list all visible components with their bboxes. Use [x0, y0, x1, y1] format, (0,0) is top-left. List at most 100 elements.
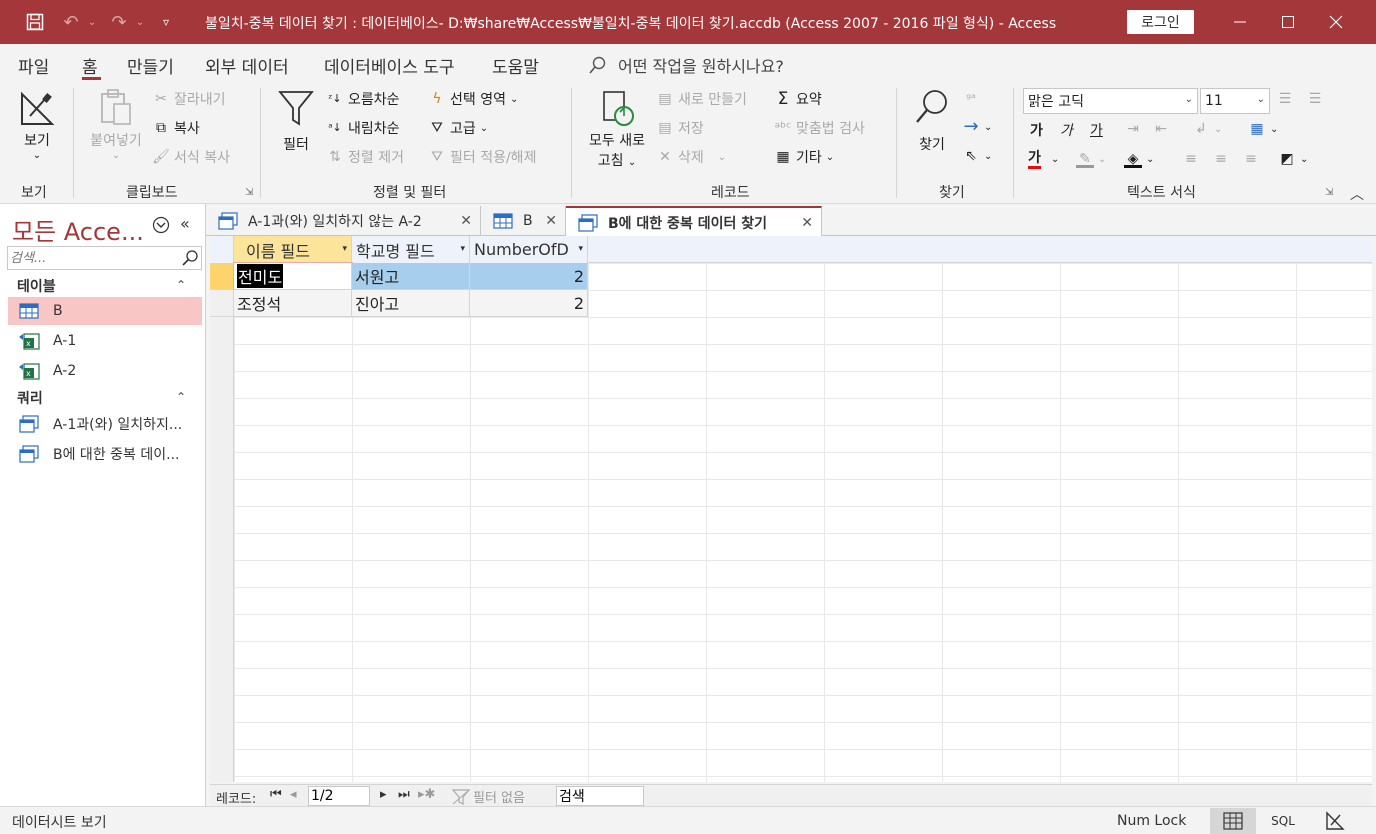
- undo-dropdown-icon[interactable]: ⌄: [86, 10, 98, 34]
- column-header-name[interactable]: 이름 필드 ▾: [234, 236, 352, 263]
- first-record-icon[interactable]: ⏮: [270, 787, 282, 802]
- replace-button[interactable]: ᵍᵃ: [962, 89, 980, 107]
- column-header-count[interactable]: NumberOfD ▾: [470, 236, 588, 263]
- selection-button[interactable]: ϟ 선택 영역 ⌄: [428, 89, 518, 109]
- underline-button[interactable]: 가: [1090, 120, 1103, 140]
- more-button[interactable]: ▦ 기타 ⌄: [774, 147, 834, 167]
- align-center-button[interactable]: ≡: [1212, 150, 1230, 168]
- delete-button[interactable]: ✕ 삭제 ⌄: [656, 147, 726, 167]
- undo-icon[interactable]: ↶: [58, 10, 84, 34]
- table-cell[interactable]: 서원고: [352, 263, 470, 290]
- fill-color-button[interactable]: ◈ ⌄: [1124, 150, 1154, 168]
- font-color-button[interactable]: 가 ⌄: [1028, 150, 1059, 169]
- copy-button[interactable]: ⧉ 복사: [152, 118, 200, 138]
- save-record-button[interactable]: ▤ 저장: [656, 118, 703, 138]
- find-button[interactable]: 찾기: [910, 88, 954, 154]
- table-cell[interactable]: 진아고: [352, 290, 470, 317]
- paste-button[interactable]: 붙여넣기 ⌄: [84, 88, 148, 161]
- remove-sort-button[interactable]: ⇅ 정렬 제거: [326, 147, 404, 167]
- close-icon[interactable]: ✕: [801, 215, 813, 231]
- next-record-icon[interactable]: ▸: [380, 787, 387, 802]
- new-record-icon[interactable]: ▸✱: [418, 787, 435, 802]
- collapse-ribbon-icon[interactable]: ︿: [1350, 184, 1364, 204]
- table-cell[interactable]: 2: [470, 263, 588, 290]
- current-record-field[interactable]: [308, 786, 370, 806]
- totals-button[interactable]: Σ 요약: [774, 89, 822, 109]
- highlight-button[interactable]: ✎ ⌄: [1076, 150, 1106, 168]
- cut-button[interactable]: ✂ 잘라내기: [152, 89, 225, 109]
- column-dropdown-icon[interactable]: ▾: [578, 244, 583, 254]
- row-selector[interactable]: [210, 263, 234, 290]
- new-record-button[interactable]: ▤ 새로 만들기: [656, 89, 746, 109]
- spelling-button[interactable]: ᵃᵇᶜ 맞춤법 검사: [774, 118, 865, 138]
- text-format-launcher-icon[interactable]: ⇲: [1325, 187, 1333, 198]
- toggle-filter-button[interactable]: ⛛ 필터 적용/해제: [428, 147, 536, 167]
- sql-view-button[interactable]: SQL: [1260, 808, 1306, 834]
- maximize-icon[interactable]: [1268, 7, 1308, 37]
- save-icon[interactable]: [22, 10, 48, 34]
- doc-tab-table-b[interactable]: B ✕: [481, 206, 566, 236]
- minimize-icon[interactable]: [1220, 7, 1260, 37]
- table-cell[interactable]: 2: [470, 290, 588, 317]
- column-header-school[interactable]: 학교명 필드 ▾: [352, 236, 470, 263]
- bullets-button[interactable]: ☰: [1276, 90, 1294, 108]
- close-icon[interactable]: ✕: [460, 213, 472, 229]
- sort-descending-button[interactable]: ᵃ↓ 내림차순: [326, 118, 399, 138]
- nav-item-query-duplicates[interactable]: B에 대한 중복 데이...: [8, 440, 202, 468]
- nav-section-tables[interactable]: 테이블: [17, 276, 56, 296]
- collapse-up-icon[interactable]: ⌃: [176, 278, 186, 292]
- format-painter-button[interactable]: 🖌 서식 복사: [152, 147, 230, 167]
- refresh-all-button[interactable]: 모두 새로 고침 ⌄: [583, 88, 651, 170]
- last-record-icon[interactable]: ⏭: [398, 787, 410, 802]
- sort-ascending-button[interactable]: ᶻ↓ 오름차순: [326, 89, 399, 109]
- datasheet-view-button[interactable]: [1210, 808, 1256, 834]
- previous-record-icon[interactable]: ◂: [290, 787, 297, 802]
- indent-button[interactable]: ⇥: [1124, 120, 1142, 138]
- close-icon[interactable]: [1316, 7, 1356, 37]
- filter-button[interactable]: 필터: [274, 88, 318, 154]
- filter-status[interactable]: 필터 없음: [452, 787, 525, 806]
- tab-home[interactable]: 홈: [82, 53, 98, 78]
- column-dropdown-icon[interactable]: ▾: [342, 244, 347, 254]
- numbering-button[interactable]: ☰: [1306, 90, 1324, 108]
- collapse-pane-icon[interactable]: «: [180, 214, 190, 233]
- gridlines-button[interactable]: ▦ ⌄: [1248, 120, 1278, 138]
- align-left-button[interactable]: ≡: [1182, 150, 1200, 168]
- select-button[interactable]: ⇖ ⌄: [962, 147, 992, 165]
- advanced-button[interactable]: ⛛ 고급 ⌄: [428, 118, 488, 138]
- table-cell[interactable]: 조정석: [234, 290, 352, 317]
- redo-icon[interactable]: ↷: [106, 10, 132, 34]
- redo-dropdown-icon[interactable]: ⌄: [134, 10, 146, 34]
- nav-item-table-a1[interactable]: x A-1: [8, 327, 202, 355]
- nav-item-query-unmatched[interactable]: A-1과(와) 일치하지...: [8, 410, 202, 438]
- italic-button[interactable]: 가: [1060, 120, 1073, 140]
- column-dropdown-icon[interactable]: ▾: [460, 244, 465, 254]
- paragraph-direction-button[interactable]: ↲ ⌄: [1192, 120, 1222, 138]
- table-cell[interactable]: 전미도: [233, 262, 353, 291]
- nav-section-queries[interactable]: 쿼리: [17, 388, 43, 408]
- outdent-button[interactable]: ⇤: [1152, 120, 1170, 138]
- view-button[interactable]: 보기 ⌄: [16, 88, 58, 161]
- nav-menu-icon[interactable]: [152, 216, 170, 238]
- doc-tab-unmatched-query[interactable]: A-1과(와) 일치하지 않는 A-2 ✕: [206, 206, 481, 236]
- goto-button[interactable]: → ⌄: [962, 118, 992, 136]
- close-icon[interactable]: ✕: [545, 213, 557, 229]
- collapse-up-icon[interactable]: ⌃: [176, 390, 186, 404]
- font-name-dropdown[interactable]: 맑은 고딕 ⌄: [1023, 88, 1198, 114]
- nav-pane-title[interactable]: 모든 Acce...: [12, 212, 144, 247]
- clipboard-launcher-icon[interactable]: ⇲: [245, 187, 253, 198]
- align-right-button[interactable]: ≡: [1242, 150, 1260, 168]
- tab-external-data[interactable]: 외부 데이터: [205, 53, 289, 78]
- design-view-button[interactable]: [1312, 808, 1358, 834]
- row-selector[interactable]: [210, 290, 234, 317]
- nav-item-table-a2[interactable]: x A-2: [8, 357, 202, 385]
- tab-database-tools[interactable]: 데이터베이스 도구: [324, 53, 455, 78]
- tab-file[interactable]: 파일: [18, 53, 49, 78]
- tab-help[interactable]: 도움말: [492, 53, 539, 78]
- bold-button[interactable]: 가: [1030, 120, 1043, 140]
- record-search-input[interactable]: [556, 786, 644, 806]
- nav-search-input[interactable]: [10, 248, 178, 268]
- search-icon[interactable]: [181, 249, 199, 267]
- alternate-row-color-button[interactable]: ◩ ⌄: [1278, 150, 1308, 168]
- tab-create[interactable]: 만들기: [127, 53, 174, 78]
